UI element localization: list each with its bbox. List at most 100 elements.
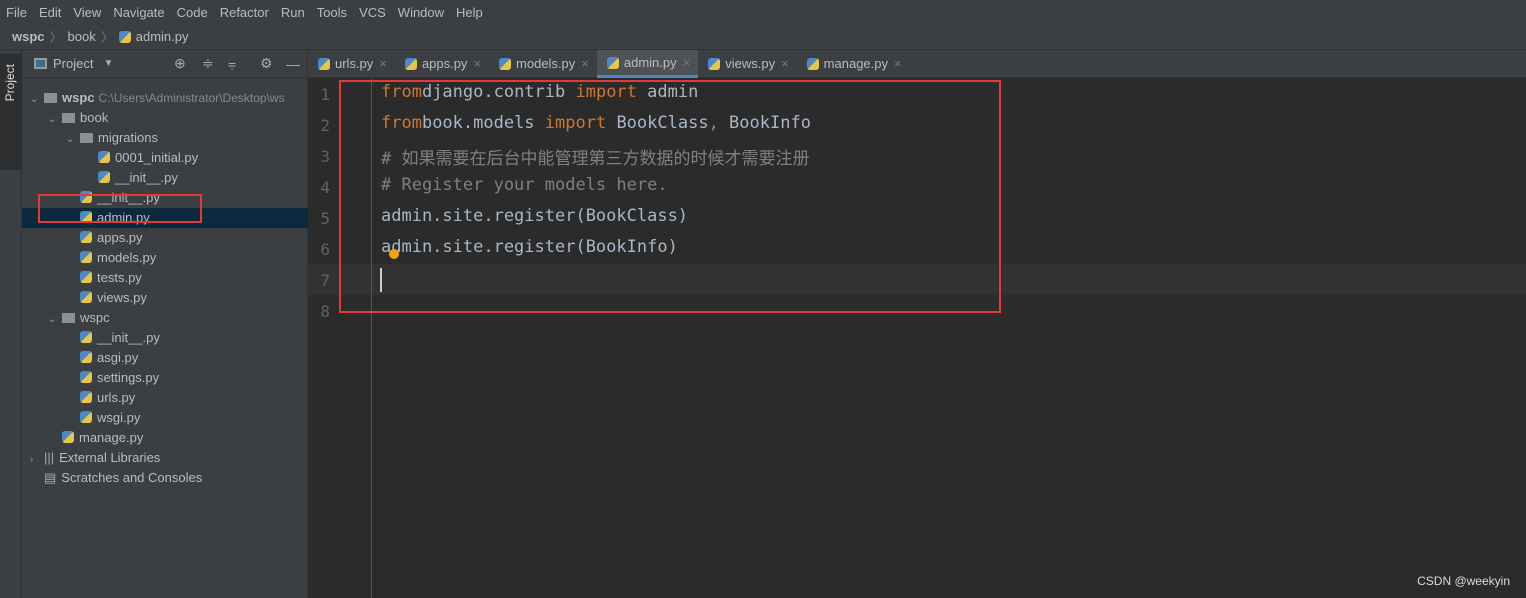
python-file-icon: [98, 171, 110, 183]
tree-item-label: 0001_initial.py: [115, 150, 199, 165]
python-file-icon: [118, 30, 131, 43]
tree-item-label: wspc: [80, 310, 110, 325]
menu-run[interactable]: Run: [281, 5, 305, 20]
expand-all-icon[interactable]: ≑: [202, 55, 214, 72]
tree-item-label: __init__.py: [115, 170, 178, 185]
menu-edit[interactable]: Edit: [39, 5, 61, 20]
chevron-icon[interactable]: ⌄: [48, 310, 62, 330]
tree-item[interactable]: ⌄ book: [22, 108, 308, 128]
python-file-icon: [80, 231, 92, 243]
menu-tools[interactable]: Tools: [317, 5, 347, 20]
tree-item[interactable]: ▤ Scratches and Consoles: [22, 468, 308, 488]
tree-item[interactable]: ⌄ wspc C:\Users\Administrator\Desktop\ws: [22, 88, 308, 108]
menu-vcs[interactable]: VCS: [359, 5, 386, 20]
breadcrumb-book[interactable]: book: [68, 29, 96, 44]
tab-manage-py[interactable]: manage.py ×: [797, 50, 910, 78]
python-file-icon: [80, 271, 92, 283]
tree-item-label: migrations: [98, 130, 158, 145]
tree-item-label: book: [80, 110, 109, 125]
menu-refactor[interactable]: Refactor: [220, 5, 269, 20]
tab-label: admin.py: [623, 54, 677, 70]
menu-code[interactable]: Code: [177, 5, 208, 20]
line-number: 6: [320, 240, 330, 259]
tree-item-label: manage.py: [79, 430, 144, 445]
tree-item-label: wsgi.py: [97, 410, 141, 425]
tool-window-strip: Project: [0, 50, 22, 598]
menu-navigate[interactable]: Navigate: [113, 5, 164, 20]
tab-models-py[interactable]: models.py ×: [489, 50, 597, 78]
project-tool-tab[interactable]: Project: [0, 54, 22, 170]
python-file-icon: [80, 351, 92, 363]
chevron-icon[interactable]: ›: [30, 450, 44, 470]
python-file-icon: [708, 58, 721, 70]
python-file-icon: [80, 391, 92, 403]
python-file-icon: [606, 56, 619, 69]
breadcrumb-file[interactable]: admin.py: [136, 29, 189, 44]
library-icon: |||: [44, 450, 55, 465]
tree-item[interactable]: wsgi.py: [22, 408, 308, 428]
project-toolbar: Project ▼ ⊕ ≑ ⩦ ⚙ —: [22, 50, 307, 78]
python-file-icon: [806, 58, 819, 70]
chevron-icon[interactable]: ⌄: [30, 90, 44, 110]
tree-item[interactable]: › ||| External Libraries: [22, 448, 308, 468]
folder-icon: [62, 313, 75, 323]
close-icon[interactable]: ×: [581, 50, 589, 78]
python-file-icon: [80, 371, 92, 383]
folder-icon: [80, 133, 93, 143]
locate-icon[interactable]: ⊕: [174, 55, 186, 72]
tab-views-py[interactable]: views.py ×: [698, 50, 796, 78]
menu-file[interactable]: File: [6, 5, 27, 20]
tree-item[interactable]: urls.py: [22, 388, 308, 408]
project-view-selector[interactable]: Project: [53, 56, 93, 71]
tree-item[interactable]: __init__.py: [22, 328, 308, 348]
tree-item[interactable]: views.py: [22, 288, 308, 308]
breadcrumb: wspc 〉 book 〉 admin.py: [0, 24, 1526, 50]
tree-item[interactable]: settings.py: [22, 368, 308, 388]
tab-admin-py[interactable]: admin.py ×: [596, 49, 699, 78]
menu-window[interactable]: Window: [398, 5, 444, 20]
tree-item[interactable]: __init__.py: [22, 168, 308, 188]
tree-item[interactable]: tests.py: [22, 268, 308, 288]
project-path: C:\Users\Administrator\Desktop\ws: [98, 91, 285, 105]
close-icon[interactable]: ×: [894, 50, 902, 78]
menu-view[interactable]: View: [73, 5, 101, 20]
close-icon[interactable]: ×: [781, 50, 789, 78]
collapse-all-icon[interactable]: ⩦: [228, 55, 236, 72]
tab-urls-py[interactable]: urls.py ×: [308, 50, 395, 78]
watermark: CSDN @weekyin: [1417, 574, 1510, 588]
project-view-icon: [34, 58, 47, 69]
project-panel: Project ▼ ⊕ ≑ ⩦ ⚙ — ⌄ wspc C:\Users\Admini…: [22, 50, 308, 598]
tree-item[interactable]: apps.py: [22, 228, 308, 248]
tree-item[interactable]: models.py: [22, 248, 308, 268]
line-number: 2: [320, 116, 330, 135]
tree-item[interactable]: 0001_initial.py: [22, 148, 308, 168]
menu-help[interactable]: Help: [456, 5, 483, 20]
tree-item-label: Scratches and Consoles: [61, 470, 203, 485]
chevron-icon[interactable]: ⌄: [66, 130, 80, 150]
tree-item[interactable]: ⌄ wspc: [22, 308, 308, 328]
tree-item[interactable]: ⌄ migrations: [22, 128, 308, 148]
tab-apps-py[interactable]: apps.py ×: [395, 50, 489, 78]
line-number: 3: [320, 147, 330, 166]
editor-tabs: urls.py × apps.py × models.py × admin.py × views…: [308, 50, 1526, 78]
close-icon[interactable]: ×: [473, 50, 481, 78]
tab-label: models.py: [516, 56, 576, 71]
python-file-icon: [80, 291, 92, 303]
scratches-icon: ▤: [44, 470, 57, 485]
tab-label: urls.py: [335, 56, 374, 71]
chevron-icon[interactable]: ⌄: [48, 110, 62, 130]
line-number: 7: [320, 271, 330, 290]
folder-icon: [62, 113, 75, 123]
chevron-down-icon[interactable]: ▼: [103, 58, 113, 69]
tree-item-label: wspc: [62, 90, 95, 105]
python-file-icon: [404, 58, 417, 70]
close-icon[interactable]: ×: [379, 50, 387, 78]
python-file-icon: [98, 151, 110, 163]
breadcrumb-wspc[interactable]: wspc: [12, 29, 45, 44]
tab-label: views.py: [725, 56, 776, 71]
gear-icon[interactable]: ⚙: [260, 55, 273, 72]
tree-item[interactable]: manage.py: [22, 428, 308, 448]
tree-item[interactable]: asgi.py: [22, 348, 308, 368]
close-icon[interactable]: ×: [683, 49, 691, 77]
hide-icon[interactable]: —: [286, 56, 300, 72]
